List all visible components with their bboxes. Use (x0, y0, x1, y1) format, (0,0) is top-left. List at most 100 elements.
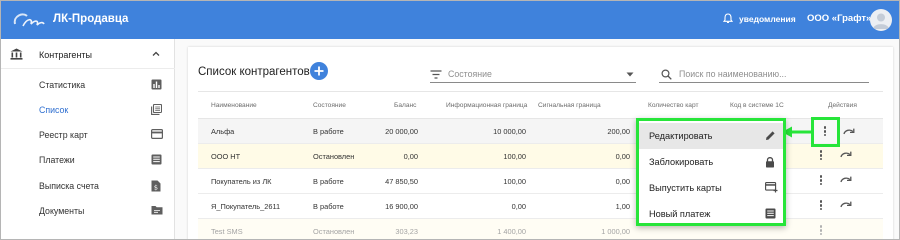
sidebar-item-statistics[interactable]: Статистика (1, 73, 175, 97)
column-header[interactable]: Состояние (313, 102, 346, 109)
logo-icon (13, 13, 45, 27)
column-header[interactable]: Наименование (211, 102, 257, 109)
cell-name: ООО НТ (211, 152, 241, 161)
row-actions-menu: Редактировать Заблокировать Выпустить ка… (636, 118, 786, 226)
column-header[interactable]: Сигнальная граница (538, 102, 601, 109)
sidebar-item-account-statement[interactable]: Выписка счета $ (1, 174, 175, 198)
cell-name: Покупатель из ЛК (211, 177, 272, 186)
menu-item-label: Новый платеж (649, 209, 711, 219)
sidebar-item-payments[interactable]: Платежи (1, 148, 175, 172)
redo-arrow-icon[interactable] (840, 200, 852, 209)
column-header: Действия (828, 102, 857, 109)
sidebar-item-card-registry[interactable]: Реестр карт (1, 123, 175, 147)
cell-signal-limit: 1,00 (615, 202, 630, 211)
redo-arrow-icon[interactable] (843, 127, 855, 136)
sidebar-item-label: Выписка счета (39, 181, 99, 191)
sidebar-item-label: Платежи (39, 155, 75, 165)
plus-icon (314, 66, 324, 76)
caret-down-icon (626, 72, 634, 77)
menu-item-block[interactable]: Заблокировать (639, 149, 783, 175)
add-contractor-button[interactable] (310, 62, 328, 80)
cell-signal-limit: 0,00 (615, 152, 630, 161)
row-actions-menu-button-highlighted[interactable] (811, 117, 840, 147)
sidebar-group-contractors[interactable]: Контрагенты (1, 39, 175, 69)
app-window: ЛК-Продавца уведомления ООО «Графт» Конт… (0, 0, 900, 240)
column-header[interactable]: Информационная граница (446, 102, 527, 109)
svg-text:$: $ (154, 183, 158, 191)
search-icon (661, 69, 672, 80)
status-filter-placeholder: Состояние (448, 69, 492, 79)
org-name[interactable]: ООО «Графт» (807, 13, 871, 24)
lock-icon (766, 157, 774, 168)
sidebar-item-label: Реестр карт (39, 130, 88, 140)
notifications-link[interactable]: уведомления (723, 13, 796, 24)
cell-info-limit: 0,00 (511, 202, 526, 211)
row-actions-menu-button[interactable] (818, 199, 824, 213)
row-actions-menu-button[interactable] (818, 224, 824, 238)
chevron-up-icon[interactable] (151, 49, 161, 59)
cell-state: В работе (313, 177, 344, 186)
cell-info-limit: 10 000,00 (493, 127, 526, 136)
contractors-panel: Список контрагентов Состояние Поиск по н… (188, 47, 893, 239)
search-placeholder: Поиск по наименованию... (679, 69, 787, 79)
cell-state: В работе (313, 202, 344, 211)
notifications-label: уведомления (739, 13, 796, 24)
row-actions-menu-button[interactable] (818, 174, 824, 188)
cell-state: В работе (313, 127, 344, 136)
menu-item-edit[interactable]: Редактировать (639, 123, 783, 149)
cell-info-limit: 100,00 (503, 152, 526, 161)
card-plus-icon (765, 182, 778, 193)
status-filter-select[interactable]: Состояние (430, 67, 636, 83)
redo-arrow-icon[interactable] (840, 175, 852, 184)
money-file-icon: $ (151, 180, 161, 192)
kebab-icon (822, 125, 828, 139)
cell-name: Я_Покупатель_2611 (211, 202, 281, 211)
column-header[interactable]: Количество карт (648, 102, 698, 109)
cell-balance: 303,23 (395, 227, 418, 236)
sidebar-item-label: Документы (39, 206, 85, 216)
redo-arrow-icon[interactable] (840, 150, 852, 159)
cell-state: Остановлен (313, 227, 355, 236)
cell-signal-limit: 200,00 (607, 127, 630, 136)
user-icon (873, 13, 889, 29)
app-title: ЛК-Продавца (53, 13, 129, 25)
menu-item-new-payment[interactable]: Новый платеж (639, 201, 783, 227)
filter-icon (430, 70, 442, 79)
credit-card-icon (151, 129, 163, 139)
cell-state: Остановлен (313, 152, 355, 161)
menu-item-label: Редактировать (649, 131, 713, 141)
bank-icon (10, 48, 23, 60)
column-header[interactable]: Код в системе 1С (730, 102, 784, 109)
list-pages-icon (151, 104, 162, 115)
cell-info-limit: 1 400,00 (497, 227, 526, 236)
sidebar-item-documents[interactable]: Документы (1, 199, 175, 223)
table-header: Наименование Состояние Баланс Информацио… (198, 91, 883, 119)
sidebar-item-label: Список (39, 105, 69, 115)
column-header[interactable]: Баланс (394, 102, 416, 109)
document-lines-icon (765, 208, 776, 219)
cell-balance: 47 850,50 (385, 177, 418, 186)
cell-signal-limit: 0,00 (615, 177, 630, 186)
cell-name: Test SMS (211, 227, 243, 236)
bar-chart-icon (151, 79, 162, 90)
menu-item-issue-cards[interactable]: Выпустить карты (639, 175, 783, 201)
folder-icon (151, 206, 163, 215)
sidebar-item-label: Статистика (39, 80, 86, 90)
sidebar-item-list[interactable]: Список (1, 98, 175, 122)
avatar[interactable] (870, 9, 892, 31)
cell-name: Альфа (211, 127, 235, 136)
row-actions-menu-button[interactable] (818, 149, 824, 163)
sidebar-group-label: Контрагенты (39, 50, 93, 60)
cell-info-limit: 100,00 (503, 177, 526, 186)
cell-balance: 20 000,00 (385, 127, 418, 136)
cell-signal-limit: 1 000,00 (601, 227, 630, 236)
cell-balance: 16 900,00 (385, 202, 418, 211)
search-input[interactable]: Поиск по наименованию... (659, 67, 869, 83)
menu-item-label: Выпустить карты (649, 183, 722, 193)
sidebar: Контрагенты Статистика Список Реестр кар… (1, 39, 175, 239)
bell-icon (723, 13, 733, 23)
pencil-icon (766, 131, 775, 140)
menu-item-label: Заблокировать (649, 157, 714, 167)
page-title: Список контрагентов (198, 66, 310, 78)
cell-balance: 0,00 (403, 152, 418, 161)
